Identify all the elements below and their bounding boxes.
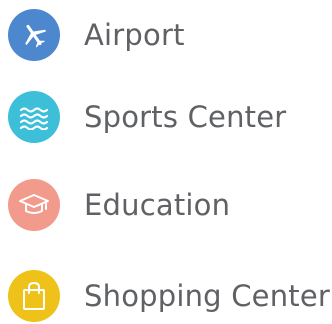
place-category-list: Airport Sports Center Education Shopping… xyxy=(0,0,332,322)
list-item-label: Shopping Center xyxy=(84,279,331,313)
airplane-icon xyxy=(25,24,47,48)
shopping-bag-icon xyxy=(23,282,45,310)
graduation-cap-icon xyxy=(19,194,49,214)
list-item-label: Airport xyxy=(84,18,185,52)
list-item-label: Sports Center xyxy=(84,100,287,134)
waves-icon xyxy=(19,107,49,130)
list-item-airport[interactable]: Airport xyxy=(0,7,332,63)
airport-icon-circle xyxy=(8,9,60,61)
list-item-sports-center[interactable]: Sports Center xyxy=(0,89,332,145)
list-item-shopping-center[interactable]: Shopping Center xyxy=(0,268,332,324)
shopping-center-icon-circle xyxy=(8,270,60,322)
education-icon-circle xyxy=(8,179,60,231)
sports-center-icon-circle xyxy=(8,91,60,143)
list-item-education[interactable]: Education xyxy=(0,177,332,233)
list-item-label: Education xyxy=(84,188,231,222)
